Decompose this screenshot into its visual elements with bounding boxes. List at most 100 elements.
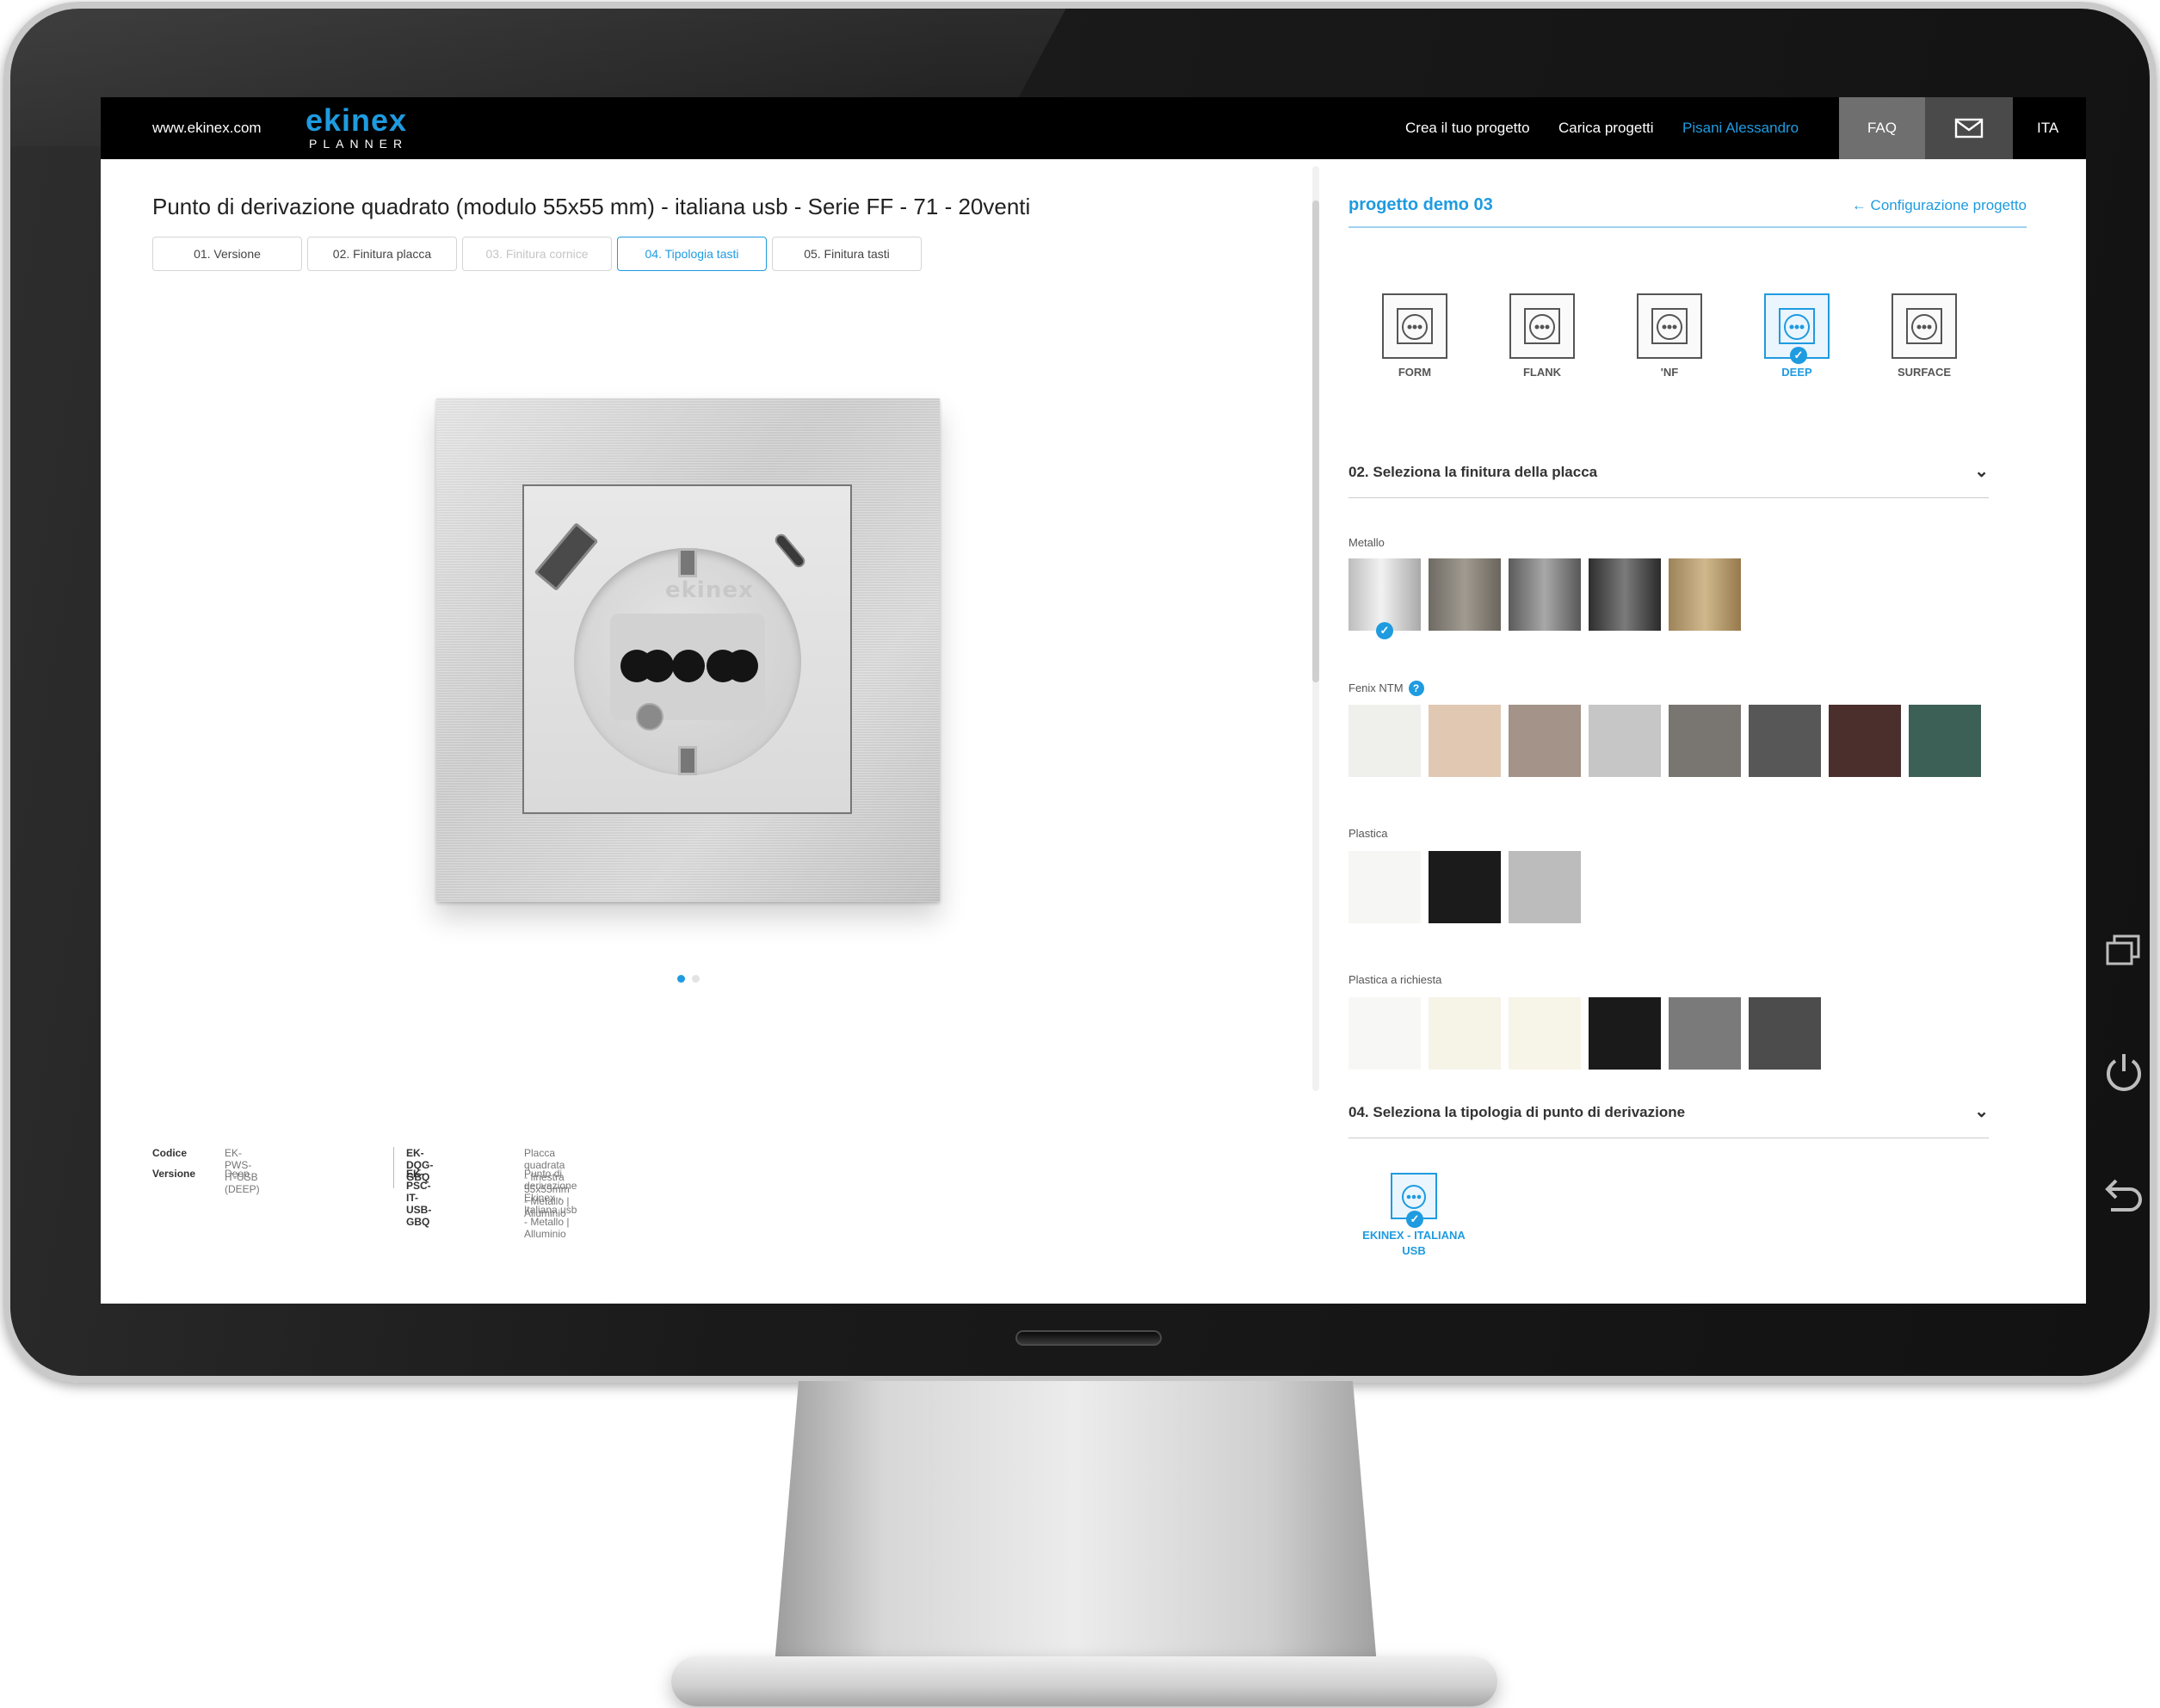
chevron-down-icon[interactable]: ⌄ [1974, 1101, 1989, 1122]
type-section-header[interactable]: 04. Seleziona la tipologia di punto di d… [1348, 1101, 1989, 1138]
finish-swatch[interactable] [1669, 705, 1741, 777]
version-option-form[interactable]: FORM [1376, 293, 1453, 379]
monitor-stand-base [671, 1656, 1497, 1706]
nav-create-project[interactable]: Crea il tuo progetto [1405, 120, 1530, 137]
mail-button[interactable] [1925, 97, 2013, 159]
power-icon[interactable] [2100, 1048, 2148, 1096]
finish-swatch[interactable] [1509, 705, 1581, 777]
nav-load-projects[interactable]: Carica progetti [1558, 120, 1654, 137]
tab-step-3: 03. Finitura cornice [462, 237, 612, 271]
site-url-link[interactable]: www.ekinex.com [152, 120, 262, 137]
finish-swatch[interactable] [1509, 558, 1581, 631]
version-label: FLANK [1522, 366, 1562, 379]
carousel-dots [677, 975, 700, 983]
configuration-link[interactable]: ← Configurazione progetto [1852, 197, 2027, 214]
group-label-plastica-richiesta: Plastica a richiesta [1348, 973, 1442, 986]
socket-outline-icon: ✓ [1391, 1173, 1437, 1228]
socket-face: ekinex [610, 577, 765, 720]
group-label-fenix: Fenix NTM? [1348, 681, 1424, 696]
version-label: SURFACE [1897, 366, 1952, 379]
socket-hole-center [672, 650, 705, 682]
carousel-dot[interactable] [692, 975, 700, 983]
group-label-metallo: Metallo [1348, 536, 1385, 549]
finish-swatch[interactable] [1669, 997, 1741, 1070]
logo-subtitle: PLANNER [309, 137, 409, 151]
tab-step-5[interactable]: 05. Finitura tasti [772, 237, 922, 271]
swatch-row-fenix [1348, 705, 1981, 777]
usb-a-port-icon [534, 521, 599, 592]
monitor-slot [1015, 1330, 1162, 1346]
finish-swatch[interactable] [1429, 705, 1501, 777]
finish-swatch[interactable] [1749, 705, 1821, 777]
screen: www.ekinex.com ekinex PLANNER Crea il tu… [101, 97, 2086, 1304]
monitor-stand-neck [775, 1381, 1377, 1665]
usb-c-port-icon [772, 531, 808, 570]
socket-well: ekinex [574, 548, 801, 775]
swatch-row-plastica [1348, 851, 1581, 923]
version-option-flank[interactable]: FLANK [1503, 293, 1581, 379]
finish-swatch[interactable] [1429, 997, 1501, 1070]
finish-swatch[interactable] [1589, 558, 1661, 631]
spec-version-value: Deep [225, 1168, 250, 1180]
finish-swatch[interactable] [1749, 997, 1821, 1070]
finish-swatch[interactable] [1509, 997, 1581, 1070]
socket-outline-icon [1382, 293, 1447, 359]
type-option-ekinex-usb[interactable]: ✓ EKINEX - ITALIANA USB [1354, 1173, 1474, 1259]
swatch-row-metallo: ✓ [1348, 558, 1741, 639]
panel-scrollbar[interactable] [1312, 166, 1319, 1091]
logo-wordmark: ekinex [305, 102, 408, 138]
step-tabs: 01. Versione 02. Finitura placca 03. Fin… [152, 237, 922, 271]
finish-swatch[interactable] [1429, 851, 1501, 923]
language-selector[interactable]: ITA [2037, 120, 2058, 137]
swatch-row-plastica-richiesta [1348, 997, 1821, 1070]
spec-item-desc: Punto di derivazione Ekinex - Italiana u… [524, 1168, 577, 1240]
group-label-plastica: Plastica [1348, 827, 1388, 840]
finish-swatch[interactable] [1829, 705, 1901, 777]
finish-swatch[interactable] [1589, 705, 1661, 777]
socket-ground-pin [636, 703, 663, 731]
socket-outline-icon: ✓ [1764, 293, 1830, 364]
chevron-down-icon[interactable]: ⌄ [1974, 460, 1989, 482]
version-label: FORM [1398, 366, 1432, 379]
version-option-nf[interactable]: 'NF [1631, 293, 1708, 379]
socket-clip-bottom [678, 746, 697, 775]
help-icon[interactable]: ? [1408, 681, 1424, 696]
version-option-surface[interactable]: SURFACE [1885, 293, 1963, 379]
type-option-label: EKINEX - ITALIANA USB [1362, 1229, 1466, 1257]
socket-outline-icon [1509, 293, 1575, 359]
carousel-dot[interactable] [677, 975, 685, 983]
scrollbar-thumb[interactable] [1312, 200, 1319, 682]
ekinex-planner-logo[interactable]: ekinex PLANNER [305, 104, 408, 151]
spec-code-label: Codice [152, 1147, 188, 1159]
finish-swatch[interactable] [1348, 705, 1421, 777]
monitor-frame: www.ekinex.com ekinex PLANNER Crea il tu… [3, 2, 2157, 1383]
finish-swatch[interactable] [1348, 997, 1421, 1070]
configurator-panel: progetto demo 03 ← Configurazione proget… [1348, 192, 2054, 1276]
finish-swatch[interactable] [1429, 558, 1501, 631]
version-option-deep[interactable]: ✓ DEEP [1758, 293, 1836, 379]
finish-section-header[interactable]: 02. Seleziona la finitura della placca ⌄ [1348, 462, 1989, 498]
tab-step-4[interactable]: 04. Tipologia tasti [617, 237, 767, 271]
finish-swatch[interactable] [1509, 851, 1581, 923]
check-icon: ✓ [1790, 347, 1807, 364]
product-image: ekinex [436, 398, 940, 902]
finish-swatch[interactable] [1589, 997, 1661, 1070]
socket-outline-icon [1892, 293, 1957, 359]
tab-step-2[interactable]: 02. Finitura placca [307, 237, 457, 271]
finish-swatch[interactable] [1669, 558, 1741, 631]
version-label: 'NF [1660, 366, 1679, 379]
panel-divider [1348, 226, 2027, 228]
spec-divider [393, 1147, 394, 1188]
tab-step-1[interactable]: 01. Versione [152, 237, 302, 271]
faq-button[interactable]: FAQ [1839, 97, 1925, 159]
back-icon[interactable] [2100, 1170, 2148, 1218]
finish-swatch[interactable]: ✓ [1348, 558, 1421, 639]
windows-icon[interactable] [2100, 926, 2148, 974]
check-icon: ✓ [1376, 622, 1393, 639]
envelope-icon [1954, 118, 1984, 139]
spec-version-label: Versione [152, 1168, 196, 1180]
finish-swatch[interactable] [1909, 705, 1981, 777]
finish-swatch[interactable] [1348, 851, 1421, 923]
project-name: progetto demo 03 [1348, 195, 1493, 214]
nav-user-name[interactable]: Pisani Alessandro [1682, 120, 1799, 137]
